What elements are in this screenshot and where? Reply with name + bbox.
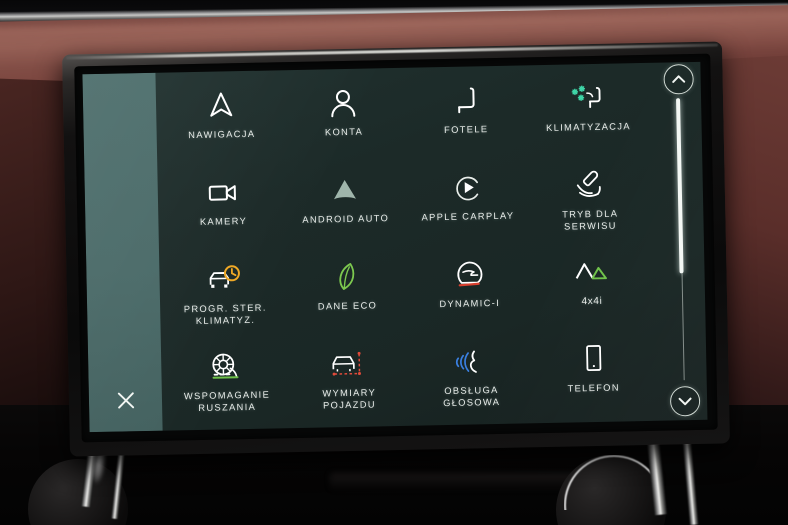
voice-control-icon	[452, 342, 491, 381]
camera-icon	[205, 173, 242, 212]
menu-item-fotele[interactable]: FOTELE	[404, 71, 528, 160]
phone-icon	[576, 340, 611, 379]
menu-item-nawigacja[interactable]: NAWIGACJA	[160, 76, 284, 165]
menu-item-label: KAMERY	[199, 215, 248, 227]
menu-item-tryb-dla-serwisu[interactable]: TRYB DLA SERWISU	[528, 156, 652, 245]
sidebar	[82, 72, 163, 433]
menu-item-telefon[interactable]: TELEFON	[531, 330, 655, 419]
android-auto-icon	[328, 171, 363, 210]
infotainment-screen: NAWIGACJA KONTA FOTELE KLIMATYZACJA KAME…	[62, 41, 730, 457]
menu-item-progr-ster-klimatyz[interactable]: PROGR. STER. KLIMATYZ.	[163, 250, 287, 339]
car-interior-scene: NAWIGACJA KONTA FOTELE KLIMATYZACJA KAME…	[0, 0, 788, 525]
screen-display: NAWIGACJA KONTA FOTELE KLIMATYZACJA KAME…	[82, 61, 708, 433]
menu-item-label: KONTA	[324, 126, 364, 138]
timer-climate-car-icon	[205, 260, 244, 299]
menu-item-klimatyzacja[interactable]: KLIMATYZACJA	[526, 69, 650, 158]
app-grid: NAWIGACJA KONTA FOTELE KLIMATYZACJA KAME…	[155, 63, 663, 431]
scroll-up-button[interactable]	[663, 63, 694, 95]
menu-item-label: ANDROID AUTO	[302, 213, 390, 225]
vehicle-dimensions-icon	[328, 345, 369, 384]
menu-item-label: FOTELE	[444, 124, 489, 136]
menu-item-obsluga-glosowa[interactable]: OBSŁUGA GŁOSOWA	[409, 332, 533, 421]
menu-item-label: KLIMATYZACJA	[546, 121, 631, 133]
menu-item-konta[interactable]: KONTA	[282, 74, 406, 163]
eco-leaf-icon	[330, 258, 365, 297]
racing-helmet-icon	[451, 255, 488, 294]
close-button[interactable]	[88, 369, 162, 432]
menu-item-label: WYMIARY POJAZDU	[322, 387, 377, 410]
climate-control-icon	[570, 79, 607, 118]
menu-item-label: PROGR. STER. KLIMATYZ.	[183, 302, 267, 326]
wheel-traction-icon	[207, 347, 246, 386]
menu-item-wymiary-pojazdu[interactable]: WYMIARY POJAZDU	[287, 335, 411, 424]
menu-item-label: OBSŁUGA GŁOSOWA	[443, 384, 501, 408]
scroll-down-button[interactable]	[669, 385, 701, 417]
service-mode-hand-icon	[571, 166, 608, 205]
close-icon	[117, 392, 134, 409]
scrollbar-track[interactable]	[676, 98, 685, 381]
menu-item-label: 4x4i	[581, 295, 603, 308]
menu-item-dynamic-i[interactable]: DYNAMIC-I	[407, 245, 531, 334]
menu-item-label: TELEFON	[567, 382, 620, 394]
scrollbar-thumb[interactable]	[676, 98, 684, 274]
menu-item-4x4i[interactable]: 4x4i	[530, 243, 654, 332]
menu-item-label: DANE ECO	[317, 300, 378, 312]
navigation-arrow-icon	[204, 86, 239, 125]
chevron-up-icon	[672, 75, 686, 83]
menu-item-wspomaganie-ruszania[interactable]: WSPOMAGANIE RUSZANIA	[165, 337, 289, 426]
menu-item-kamery[interactable]: KAMERY	[161, 163, 285, 252]
mountain-terrain-icon	[572, 253, 611, 292]
menu-item-label: APPLE CARPLAY	[421, 210, 515, 223]
menu-item-label: DYNAMIC-I	[439, 297, 501, 310]
chevron-down-icon	[678, 397, 692, 406]
user-account-icon	[326, 84, 361, 123]
menu-item-label: WSPOMAGANIE RUSZANIA	[183, 389, 271, 413]
menu-item-android-auto[interactable]: ANDROID AUTO	[284, 161, 408, 250]
menu-item-label: NAWIGACJA	[188, 128, 256, 141]
menu-item-label: TRYB DLA SERWISU	[562, 208, 619, 232]
scrollbar	[656, 62, 707, 421]
menu-item-apple-carplay[interactable]: APPLE CARPLAY	[406, 158, 530, 247]
apple-carplay-icon	[450, 168, 485, 207]
menu-item-dane-eco[interactable]: DANE ECO	[285, 248, 409, 337]
car-seat-icon	[448, 81, 483, 120]
